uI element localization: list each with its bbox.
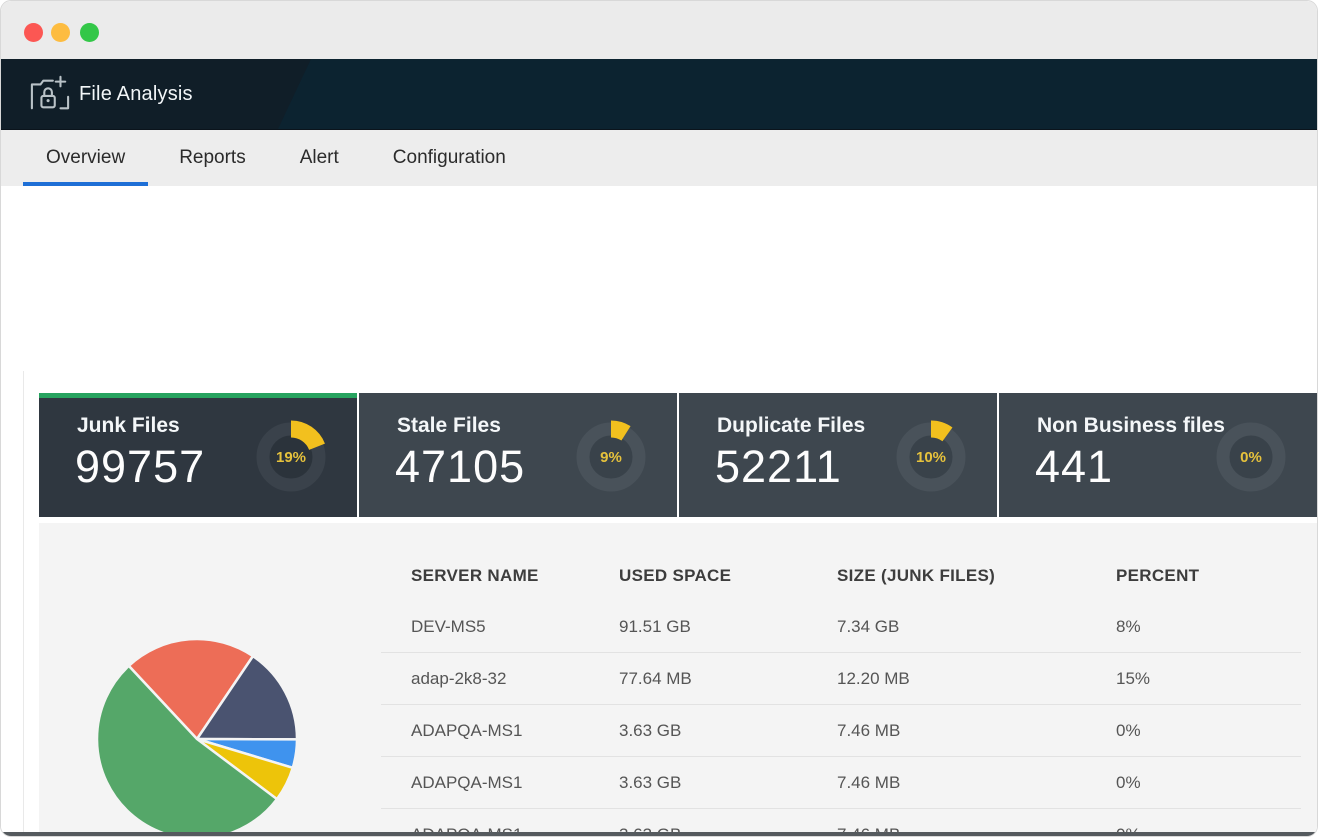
servers-pie-chart[interactable]: [94, 636, 300, 837]
percent-gauge: 0%: [1211, 417, 1291, 497]
stat-card-non-business-files[interactable]: Non Business files 441 0%: [999, 393, 1317, 517]
tab-overview[interactable]: Overview: [23, 130, 148, 186]
table-row: ADAPQA-MS1 3.63 GB 7.46 MB 0%: [381, 757, 1301, 809]
cell-percent: 8%: [1116, 617, 1301, 637]
window-bottom-edge: [2, 832, 1316, 836]
table-row: DEV-MS5 91.51 GB 7.34 GB 8%: [381, 601, 1301, 653]
cell-used-space: 91.51 GB: [619, 617, 837, 637]
cell-size-junk: 12.20 MB: [837, 669, 1116, 689]
stat-card-duplicate-files[interactable]: Duplicate Files 52211 10%: [679, 393, 997, 517]
cell-used-space: 77.64 MB: [619, 669, 837, 689]
stat-card-title: Non Business files: [1037, 414, 1225, 438]
cell-used-space: 3.63 GB: [619, 773, 837, 793]
stat-cards-row: Junk Files 99757 19% Stale Files 47105 9…: [39, 393, 1317, 517]
cell-percent: 0%: [1116, 773, 1301, 793]
stat-card-title: Stale Files: [397, 414, 501, 438]
cell-percent: 15%: [1116, 669, 1301, 689]
tab-configuration[interactable]: Configuration: [370, 130, 529, 186]
cell-size-junk: 7.46 MB: [837, 773, 1116, 793]
cell-size-junk: 7.46 MB: [837, 721, 1116, 741]
main-content: Junk Files 99757 19% Stale Files 47105 9…: [1, 186, 1317, 836]
window-zoom-button[interactable]: [80, 23, 99, 42]
tab-alert[interactable]: Alert: [277, 130, 362, 186]
header-diagonal-decoration: [1, 59, 1317, 129]
window-minimize-button[interactable]: [51, 23, 70, 42]
cell-percent: 0%: [1116, 721, 1301, 741]
gauge-percent-label: 10%: [891, 417, 971, 497]
cell-server-name: DEV-MS5: [381, 617, 619, 637]
percent-gauge: 19%: [251, 417, 331, 497]
column-header-size-junk-files: SIZE (JUNK FILES): [837, 566, 1116, 586]
tab-reports[interactable]: Reports: [156, 130, 269, 186]
servers-table: SERVER NAME USED SPACE SIZE (JUNK FILES)…: [381, 551, 1301, 837]
table-row: ADAPQA-MS1 3.63 GB 7.46 MB 0%: [381, 705, 1301, 757]
column-header-server-name: SERVER NAME: [381, 566, 619, 586]
stat-card-value: 441: [1035, 441, 1113, 493]
stat-card-title: Junk Files: [77, 414, 180, 438]
cell-server-name: ADAPQA-MS1: [381, 773, 619, 793]
cell-size-junk: 7.34 GB: [837, 617, 1116, 637]
page-title: File Analysis: [79, 59, 193, 129]
overview-panel: SERVER NAME USED SPACE SIZE (JUNK FILES)…: [39, 523, 1317, 837]
percent-gauge: 10%: [891, 417, 971, 497]
app-header: File Analysis: [1, 59, 1317, 129]
gauge-percent-label: 9%: [571, 417, 651, 497]
cell-used-space: 3.63 GB: [619, 721, 837, 741]
table-row: adap-2k8-32 77.64 MB 12.20 MB 15%: [381, 653, 1301, 705]
column-header-used-space: USED SPACE: [619, 566, 837, 586]
window-close-button[interactable]: [24, 23, 43, 42]
window-titlebar: [1, 1, 1317, 59]
gauge-percent-label: 19%: [251, 417, 331, 497]
app-window: File Analysis Overview Reports Alert Con…: [0, 0, 1318, 837]
stat-card-value: 52211: [715, 441, 842, 493]
stat-card-value: 99757: [75, 441, 205, 493]
cell-server-name: adap-2k8-32: [381, 669, 619, 689]
stat-card-value: 47105: [395, 441, 525, 493]
file-analysis-icon: [29, 74, 71, 114]
stat-card-title: Duplicate Files: [717, 414, 865, 438]
tab-bar: Overview Reports Alert Configuration: [1, 129, 1317, 186]
gauge-percent-label: 0%: [1211, 417, 1291, 497]
cell-server-name: ADAPQA-MS1: [381, 721, 619, 741]
stat-card-stale-files[interactable]: Stale Files 47105 9%: [359, 393, 677, 517]
content-left-divider: [23, 371, 24, 832]
column-header-percent: PERCENT: [1116, 566, 1301, 586]
table-header-row: SERVER NAME USED SPACE SIZE (JUNK FILES)…: [381, 551, 1301, 601]
percent-gauge: 9%: [571, 417, 651, 497]
stat-card-junk-files[interactable]: Junk Files 99757 19%: [39, 393, 357, 517]
